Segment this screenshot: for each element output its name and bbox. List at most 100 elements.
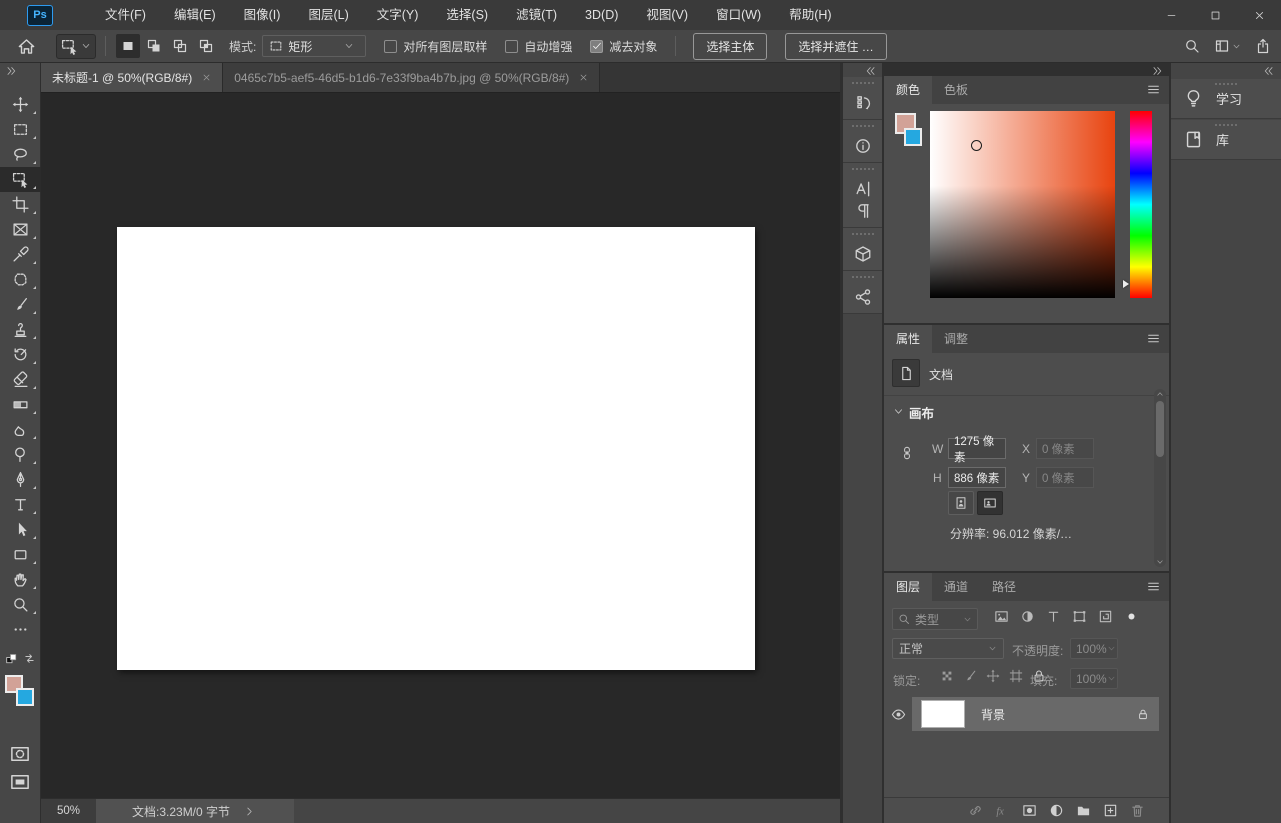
background-color-swatch[interactable] (16, 688, 34, 706)
filter-smart-objects-icon[interactable] (1098, 609, 1113, 624)
canvas[interactable] (117, 227, 755, 670)
learn-panel-button[interactable]: 学习 (1171, 79, 1281, 119)
lock-position-icon[interactable] (986, 669, 1000, 683)
marquee-tool[interactable] (0, 117, 41, 142)
libraries-panel-button[interactable]: 库 (1171, 120, 1281, 160)
link-layers-icon[interactable] (968, 803, 983, 818)
blend-mode-dropdown[interactable]: 正常 (892, 638, 1004, 659)
layer-visibility-toggle[interactable] (884, 707, 912, 722)
active-tool-preset[interactable] (56, 34, 96, 59)
tab-swatches[interactable]: 色板 (932, 76, 980, 104)
lasso-tool[interactable] (0, 142, 41, 167)
healing-brush-tool[interactable] (0, 267, 41, 292)
layer-thumbnail[interactable] (921, 700, 965, 728)
subtract-object-option[interactable]: 减去对象 (590, 38, 657, 55)
fill-input[interactable]: 100% (1070, 668, 1118, 689)
pen-tool[interactable] (0, 467, 41, 492)
3d-panel-button[interactable] (843, 228, 882, 271)
layer-style-icon[interactable]: fx (995, 803, 1010, 818)
minimize-button[interactable] (1149, 0, 1193, 30)
subtract-from-selection-button[interactable] (168, 34, 192, 58)
menu-图层(L)[interactable]: 图层(L) (294, 0, 362, 30)
auto-enhance-checkbox[interactable] (505, 40, 518, 53)
sample-all-layers-option[interactable]: 对所有图层取样 (384, 38, 487, 55)
screen-mode-icon[interactable] (8, 772, 32, 792)
workspace-switcher-icon[interactable] (1214, 38, 1230, 54)
history-brush-tool[interactable] (0, 342, 41, 367)
landscape-orientation-button[interactable] (977, 491, 1003, 515)
x-input[interactable]: 0 像素 (1036, 438, 1094, 459)
subtract-object-checkbox[interactable] (590, 40, 603, 53)
layer-row-selected[interactable]: 背景 (912, 697, 1159, 731)
share-panel-button[interactable] (843, 271, 882, 314)
maximize-button[interactable] (1193, 0, 1237, 30)
height-input[interactable]: 886 像素 (948, 467, 1006, 488)
lock-artboard-icon[interactable] (1009, 669, 1023, 683)
width-input[interactable]: 1275 像素 (948, 438, 1006, 459)
portrait-orientation-button[interactable] (948, 491, 974, 515)
add-layer-mask-icon[interactable] (1022, 803, 1037, 818)
opacity-input[interactable]: 100% (1070, 638, 1118, 659)
info-panel-button[interactable] (843, 120, 882, 163)
y-input[interactable]: 0 像素 (1036, 467, 1094, 488)
share-icon[interactable] (1255, 38, 1271, 54)
layer-lock-icon[interactable] (1137, 708, 1149, 721)
link-dimensions-icon[interactable] (900, 437, 914, 469)
intersect-selection-button[interactable] (194, 34, 218, 58)
eraser-tool[interactable] (0, 367, 41, 392)
menu-选择(S)[interactable]: 选择(S) (432, 0, 502, 30)
smudge-tool[interactable] (0, 417, 41, 442)
collapse-dock-icon[interactable] (1263, 65, 1275, 77)
hue-slider-arrow[interactable] (1123, 280, 1129, 288)
more-tools-tool[interactable] (0, 617, 41, 642)
gradient-tool[interactable] (0, 392, 41, 417)
menu-3D(D)[interactable]: 3D(D) (571, 0, 632, 30)
path-selection-tool[interactable] (0, 517, 41, 542)
panel-menu-icon[interactable] (1146, 580, 1161, 593)
select-and-mask-button[interactable]: 选择并遮住 … (785, 33, 886, 60)
character-paragraph-panel-button[interactable] (843, 163, 882, 228)
expand-toolbar-icon[interactable] (5, 65, 17, 77)
clone-stamp-tool[interactable] (0, 317, 41, 342)
scrollbar[interactable] (1154, 389, 1166, 567)
frame-tool[interactable] (0, 217, 41, 242)
sample-all-layers-checkbox[interactable] (384, 40, 397, 53)
filter-toggle-icon[interactable] (1124, 609, 1139, 624)
close-button[interactable] (1237, 0, 1281, 30)
tab-color[interactable]: 颜色 (884, 76, 932, 104)
panel-menu-icon[interactable] (1146, 332, 1161, 345)
rectangle-tool[interactable] (0, 542, 41, 567)
saturation-brightness-field[interactable] (930, 111, 1115, 298)
menu-帮助(H)[interactable]: 帮助(H) (775, 0, 845, 30)
move-tool[interactable] (0, 92, 41, 117)
background-color-swatch[interactable] (904, 128, 922, 146)
new-group-icon[interactable] (1076, 803, 1091, 818)
panel-menu-icon[interactable] (1146, 83, 1161, 96)
home-icon[interactable] (17, 37, 36, 56)
lock-transparency-icon[interactable] (940, 669, 954, 683)
menu-视图(V)[interactable]: 视图(V) (632, 0, 702, 30)
dodge-tool[interactable] (0, 442, 41, 467)
quick-mask-icon[interactable] (8, 744, 32, 764)
close-tab-icon[interactable] (579, 73, 588, 82)
filter-pixel-layers-icon[interactable] (994, 609, 1009, 624)
mode-dropdown[interactable]: 矩形 (262, 35, 366, 57)
filter-shape-layers-icon[interactable] (1072, 609, 1087, 624)
new-adjustment-layer-icon[interactable] (1049, 803, 1064, 818)
new-layer-icon[interactable] (1103, 803, 1118, 818)
swap-colors-icon[interactable] (23, 652, 36, 665)
select-subject-button[interactable]: 选择主体 (693, 33, 767, 60)
tab-channels[interactable]: 通道 (932, 573, 980, 601)
tab-layers[interactable]: 图层 (884, 573, 932, 601)
hand-tool[interactable] (0, 567, 41, 592)
lock-pixels-icon[interactable] (963, 669, 977, 683)
layer-row[interactable]: 背景 (884, 697, 1169, 731)
add-to-selection-button[interactable] (142, 34, 166, 58)
scroll-up-icon[interactable] (1155, 390, 1165, 398)
menu-文件(F)[interactable]: 文件(F) (91, 0, 160, 30)
new-selection-button[interactable] (116, 34, 140, 58)
hue-slider[interactable] (1130, 111, 1152, 298)
collapse-dock-icon[interactable] (865, 65, 877, 77)
color-field-selector[interactable] (971, 140, 982, 151)
default-colors-icon[interactable] (6, 653, 18, 665)
